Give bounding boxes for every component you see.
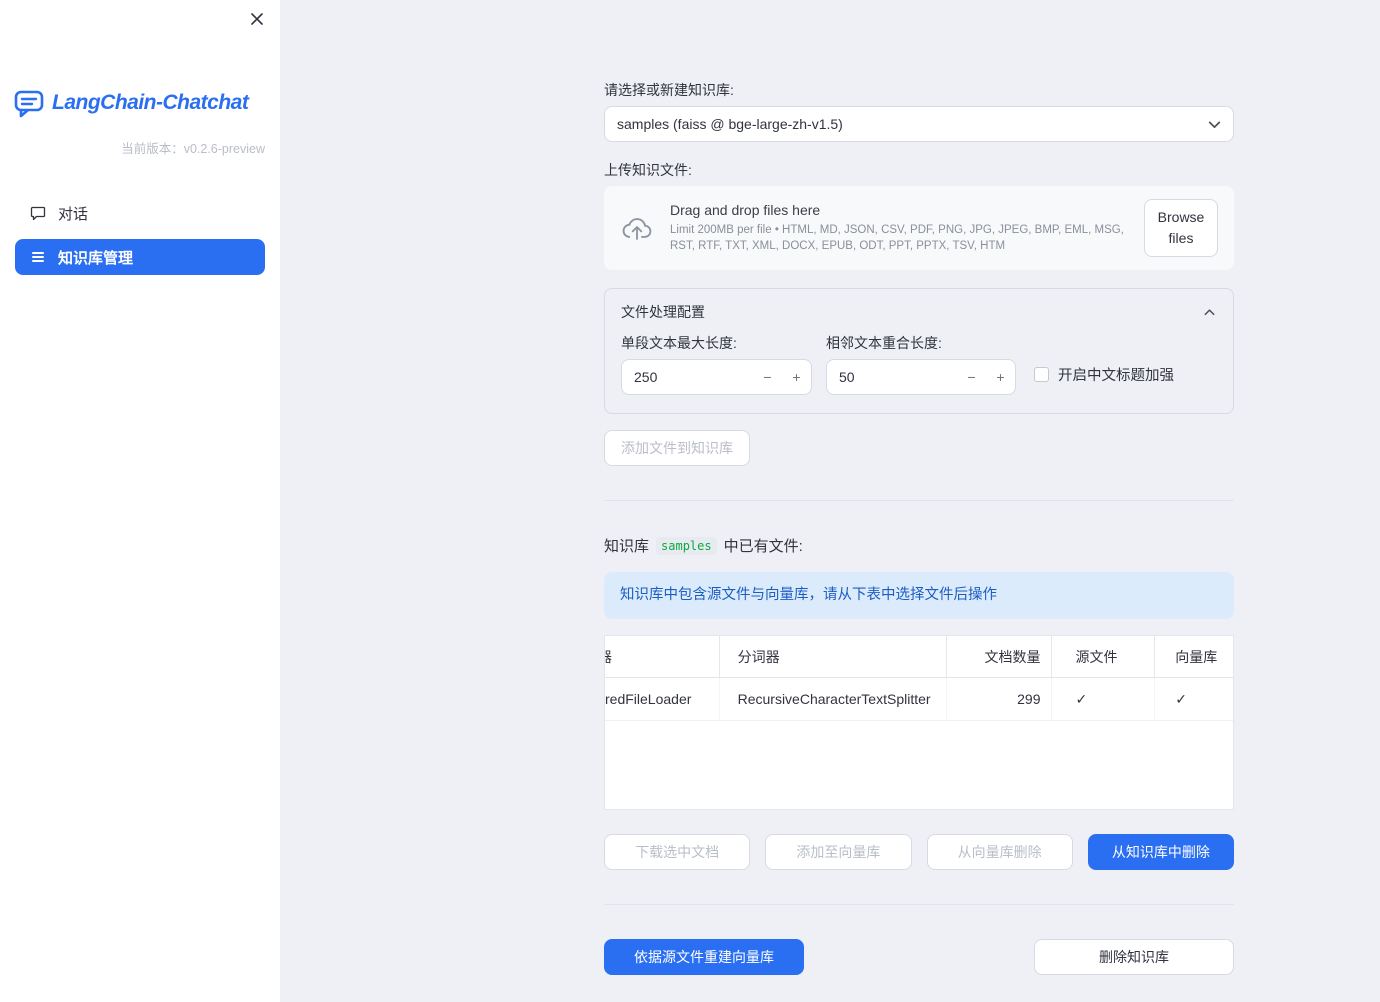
cell-splitter: RecursiveCharacterTextSplitter: [720, 678, 947, 720]
sidebar-item-knowledge-base[interactable]: 知识库管理: [15, 239, 265, 275]
config-expander-body: 单段文本最大长度: 250 − + 相邻文本重合长度: 50 − + 开启中文标…: [605, 333, 1233, 413]
kb-select-label: 请选择或新建知识库:: [604, 82, 734, 98]
table-row[interactable]: redFileLoader RecursiveCharacterTextSpli…: [605, 678, 1233, 721]
cloud-upload-icon: [620, 215, 654, 242]
divider: [604, 904, 1234, 905]
dropzone-text: Drag and drop files here Limit 200MB per…: [670, 202, 1128, 254]
cell-source-file-check: ✓: [1052, 678, 1156, 720]
config-expander-header[interactable]: 文件处理配置: [605, 289, 1233, 333]
zh-title-enhance-field: 开启中文标题加强: [1034, 364, 1174, 395]
menu-item-label: 知识库管理: [58, 249, 134, 267]
logo: LangChain-Chatchat: [12, 86, 280, 120]
list-icon: [30, 249, 46, 265]
chevron-down-icon: [1206, 116, 1223, 133]
kb-select[interactable]: samples (faiss @ bge-large-zh-v1.5): [604, 106, 1234, 142]
table-header-source-file[interactable]: 源文件: [1052, 636, 1156, 677]
menu-item-label: 对话: [58, 205, 89, 223]
content-column: 请选择或新建知识库: samples (faiss @ bge-large-zh…: [604, 0, 1234, 975]
download-selected-button[interactable]: 下载选中文档: [604, 834, 751, 870]
dropzone-title: Drag and drop files here: [670, 202, 821, 218]
close-sidebar-button[interactable]: [246, 8, 268, 30]
browse-files-button[interactable]: Browse files: [1144, 199, 1218, 257]
cell-doc-count: 299: [947, 678, 1052, 720]
max-length-input: 250 − +: [621, 359, 812, 395]
main-content: 请选择或新建知识库: samples (faiss @ bge-large-zh…: [280, 0, 1380, 1002]
overlap-length-label: 相邻文本重合长度:: [826, 335, 942, 351]
max-length-label: 单段文本最大长度:: [621, 335, 737, 351]
cell-vector-store-check: ✓: [1175, 690, 1187, 707]
existing-files-line: 知识库 samples 中已有文件:: [604, 535, 1234, 556]
dropzone-limit: Limit 200MB per file • HTML, MD, JSON, C…: [670, 224, 1124, 252]
zh-title-enhance-label: 开启中文标题加强: [1058, 368, 1174, 384]
overlap-length-decrement-button[interactable]: −: [957, 360, 986, 394]
chat-bubble-icon: [30, 205, 46, 221]
sidebar-item-chat[interactable]: 对话: [15, 195, 265, 231]
chevron-up-icon: [1202, 305, 1217, 320]
table-header-splitter[interactable]: 分词器: [720, 636, 947, 677]
table-header-vector-store[interactable]: 向量库: [1155, 636, 1233, 677]
chat-logo-icon: [12, 86, 46, 120]
app-root: LangChain-Chatchat 当前版本：v0.2.6-preview 对…: [0, 0, 1380, 1002]
kb-name-code: samples: [656, 536, 717, 555]
table-header-row: 器 分词器 文档数量 源文件 向量库: [605, 636, 1233, 678]
delete-from-vector-store-button[interactable]: 从向量库删除: [926, 834, 1073, 870]
max-length-decrement-button[interactable]: −: [753, 360, 782, 394]
config-expander: 文件处理配置 单段文本最大长度: 250 − + 相邻文本重合长度: 50 − …: [604, 288, 1234, 414]
overlap-length-increment-button[interactable]: +: [986, 360, 1015, 394]
overlap-length-field: 相邻文本重合长度: 50 − +: [826, 335, 1016, 395]
max-length-value[interactable]: 250: [634, 369, 753, 385]
table-header-loader[interactable]: 器: [605, 636, 720, 677]
sidebar: LangChain-Chatchat 当前版本：v0.2.6-preview 对…: [0, 0, 280, 1002]
kb-select-value: samples (faiss @ bge-large-zh-v1.5): [617, 116, 843, 132]
overlap-length-input: 50 − +: [826, 359, 1016, 395]
x-icon: [250, 12, 264, 26]
row-actions: 下载选中文档 添加至向量库 从向量库删除 从知识库中删除: [604, 834, 1234, 870]
table-header-doc-count[interactable]: 文档数量: [947, 636, 1052, 677]
config-expander-title: 文件处理配置: [621, 304, 705, 320]
sidebar-menu: 对话 知识库管理: [0, 195, 280, 275]
files-table[interactable]: 器 分词器 文档数量 源文件 向量库 redFileLoader Recursi…: [604, 635, 1234, 810]
existing-files-prefix: 知识库: [604, 538, 650, 555]
logo-text: LangChain-Chatchat: [52, 91, 249, 114]
cell-loader: redFileLoader: [605, 678, 720, 720]
version-text: 当前版本：v0.2.6-preview: [121, 142, 265, 156]
file-dropzone[interactable]: Drag and drop files here Limit 200MB per…: [604, 186, 1234, 270]
add-to-vector-store-button[interactable]: 添加至向量库: [765, 834, 912, 870]
overlap-length-value[interactable]: 50: [839, 369, 957, 385]
divider: [604, 500, 1234, 501]
zh-title-enhance-checkbox[interactable]: [1034, 367, 1049, 382]
add-files-button[interactable]: 添加文件到知识库: [604, 430, 750, 466]
bottom-actions: 依据源文件重建向量库 删除知识库: [604, 939, 1234, 975]
info-banner: 知识库中包含源文件与向量库，请从下表中选择文件后操作: [604, 572, 1234, 619]
existing-files-suffix: 中已有文件:: [723, 538, 803, 555]
upload-label: 上传知识文件:: [604, 162, 692, 178]
delete-kb-button[interactable]: 删除知识库: [1034, 939, 1234, 975]
max-length-field: 单段文本最大长度: 250 − +: [621, 335, 812, 395]
rebuild-vector-store-button[interactable]: 依据源文件重建向量库: [604, 939, 804, 975]
max-length-increment-button[interactable]: +: [782, 360, 811, 394]
delete-from-kb-button[interactable]: 从知识库中删除: [1087, 834, 1234, 870]
